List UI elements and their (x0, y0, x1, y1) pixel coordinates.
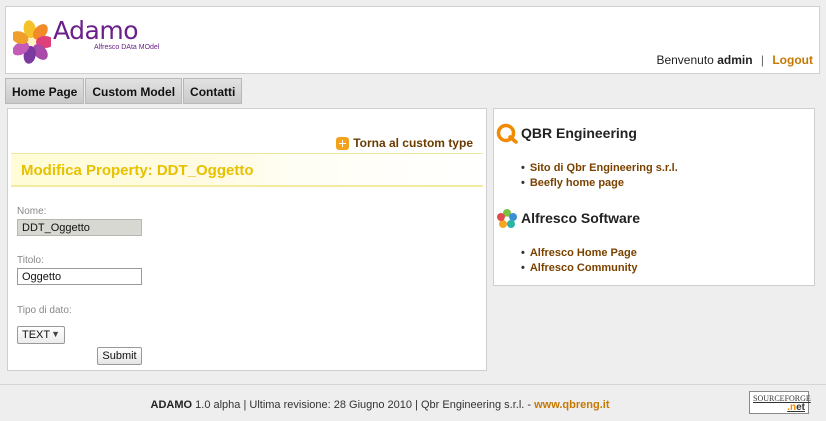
username: admin (717, 53, 753, 67)
list-item: Beefly home page (521, 176, 678, 191)
sourceforge-logo[interactable]: SOURCEFORGE .net (749, 391, 811, 414)
list-item: Alfresco Home Page (521, 246, 637, 261)
alfresco-community-link[interactable]: Alfresco Community (530, 262, 638, 274)
back-to-custom-type-link[interactable]: Torna al custom type (336, 136, 473, 150)
alfresco-home-link[interactable]: Alfresco Home Page (530, 247, 637, 259)
qbr-logo-icon (496, 123, 518, 144)
nav-custom-model[interactable]: Custom Model (85, 78, 183, 104)
user-bar-separator: | (760, 53, 764, 67)
page-title: Modifica Property: DDT_Oggetto (21, 162, 254, 179)
name-label: Nome: (17, 206, 47, 217)
nav-home-page[interactable]: Home Page (5, 78, 85, 104)
main-nav: Home Page Custom Model Contatti (5, 78, 243, 104)
edit-title-banner: Modifica Property: DDT_Oggetto (11, 153, 483, 187)
alfresco-section-heading: Alfresco Software (521, 210, 641, 226)
footer-divider (0, 384, 826, 385)
type-label: Tipo di dato: (17, 305, 72, 316)
qbr-site-link[interactable]: Sito di Qbr Engineering s.r.l. (530, 162, 678, 174)
name-field: DDT_Oggetto (17, 219, 142, 236)
footer: ADAMO 1.0 alpha | Ultima revisione: 28 G… (0, 399, 760, 411)
type-select[interactable]: TEXT ▼ (17, 326, 65, 344)
alfresco-links-list: Alfresco Home Page Alfresco Community (521, 246, 638, 276)
list-item: Alfresco Community (521, 261, 638, 276)
alfresco-flower-icon (497, 209, 517, 228)
chevron-down-icon: ▼ (51, 329, 60, 339)
user-bar: Benvenuto admin | Logout (656, 53, 813, 67)
beefly-link[interactable]: Beefly home page (530, 177, 624, 189)
logout-link[interactable]: Logout (772, 53, 813, 67)
type-select-value: TEXT (22, 329, 51, 341)
welcome-text: Benvenuto (656, 53, 714, 67)
back-link-label: Torna al custom type (353, 136, 473, 150)
sourceforge-net-text: .net (787, 402, 805, 413)
footer-website-link[interactable]: www.qbreng.it (534, 399, 609, 411)
plus-icon (336, 136, 350, 150)
footer-text: 1.0 alpha | Ultima revisione: 28 Giugno … (195, 399, 532, 411)
edit-property-panel: Torna al custom type Modifica Property: … (7, 108, 487, 371)
qbr-section-heading: QBR Engineering (521, 125, 637, 141)
nav-contatti[interactable]: Contatti (183, 78, 243, 104)
title-input[interactable]: Oggetto (17, 268, 142, 285)
list-item: Sito di Qbr Engineering s.r.l. (521, 161, 678, 176)
qbr-links-list: Sito di Qbr Engineering s.r.l. Beefly ho… (521, 161, 678, 191)
header: Adamo Alfresco DAta MOdel Benvenuto admi… (5, 6, 820, 74)
sidebar-links-panel: QBR Engineering Sito di Qbr Engineering … (493, 108, 815, 286)
app-logo-subtitle: Alfresco DAta MOdel (94, 44, 160, 51)
submit-button[interactable]: Submit (97, 347, 142, 365)
adamo-flower-logo-icon (13, 20, 51, 64)
app-logo-title: Adamo (53, 16, 139, 45)
title-label: Titolo: (17, 255, 44, 266)
footer-brand: ADAMO (150, 399, 193, 411)
